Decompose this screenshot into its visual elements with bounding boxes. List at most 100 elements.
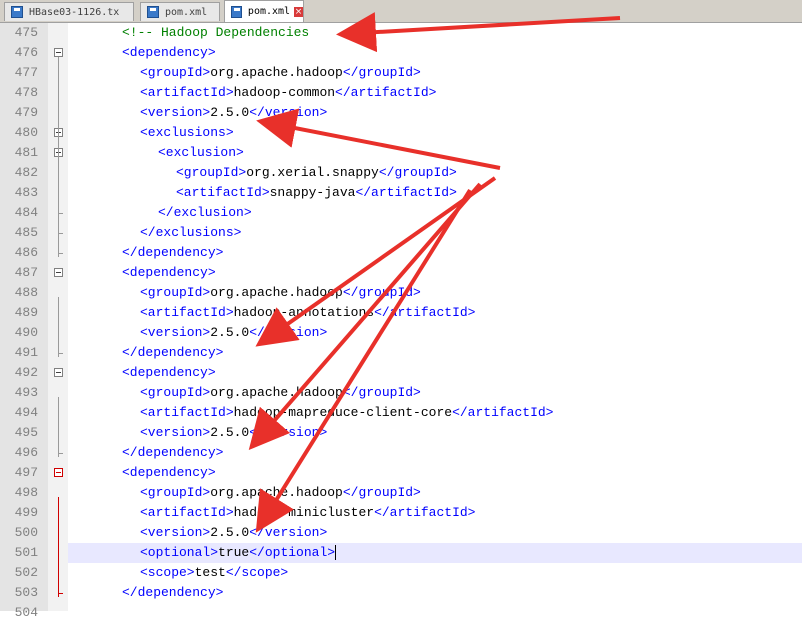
code-text[interactable]: <artifactId>hadoop-minicluster</artifact… xyxy=(140,503,475,523)
code-line[interactable]: 501 <optional>true</optional> xyxy=(0,543,802,563)
code-text[interactable]: <groupId>org.apache.hadoop</groupId> xyxy=(140,483,421,503)
code-text[interactable]: <dependency> xyxy=(122,43,216,63)
code-text[interactable]: <version>2.5.0</version> xyxy=(140,523,327,543)
line-number: 487 xyxy=(14,265,38,280)
code-text[interactable]: <exclusions> xyxy=(140,123,234,143)
xml-tag: </groupId> xyxy=(378,165,457,180)
code-line[interactable]: 475 <!-- Hadoop Dependencies xyxy=(0,23,802,43)
code-text[interactable]: <artifactId>snappy-java</artifactId> xyxy=(176,183,457,203)
code-text[interactable]: <groupId>org.apache.hadoop</groupId> xyxy=(140,283,421,303)
code-line[interactable]: 490 <version>2.5.0</version> xyxy=(0,323,802,343)
code-text[interactable]: <groupId>org.apache.hadoop</groupId> xyxy=(140,63,421,83)
code-text[interactable]: <dependency> xyxy=(122,363,216,383)
fold-line-active xyxy=(58,497,59,597)
code-text[interactable]: </dependency> xyxy=(122,343,223,363)
tab-pom-xml-1[interactable]: pom.xml xyxy=(140,2,220,21)
line-number: 478 xyxy=(14,85,38,100)
code-line[interactable]: 498 <groupId>org.apache.hadoop</groupId> xyxy=(0,483,802,503)
code-line[interactable]: 504 xyxy=(0,603,802,623)
code-line[interactable]: 481 <exclusion> xyxy=(0,143,802,163)
code-line[interactable]: 479 <version>2.5.0</version> xyxy=(0,103,802,123)
code-text[interactable]: </dependency> xyxy=(122,443,223,463)
xml-tag: </version> xyxy=(249,525,328,540)
code-line[interactable]: 489 <artifactId>hadoop-annotations</artif… xyxy=(0,303,802,323)
code-line[interactable]: 500 <version>2.5.0</version> xyxy=(0,523,802,543)
code-line[interactable]: 482 <groupId>org.xerial.snappy</groupId> xyxy=(0,163,802,183)
xml-tag: </artifactId> xyxy=(335,85,437,100)
close-icon[interactable]: × xyxy=(294,6,303,17)
xml-tag: <artifactId> xyxy=(140,305,234,320)
code-text[interactable]: <exclusion> xyxy=(158,143,244,163)
xml-tag: </optional> xyxy=(249,545,336,560)
code-text[interactable]: <groupId>org.xerial.snappy</groupId> xyxy=(176,163,457,183)
tab-label: pom.xml xyxy=(165,6,208,18)
tab-hbase03[interactable]: HBase03-1126.tx xyxy=(4,2,134,21)
fold-end xyxy=(58,453,63,454)
code-text[interactable]: <scope>test</scope> xyxy=(140,563,288,583)
code-text[interactable]: <artifactId>hadoop-mapreduce-client-core… xyxy=(140,403,553,423)
code-text[interactable]: <!-- Hadoop Dependencies xyxy=(122,23,309,43)
code-line[interactable]: 486 </dependency> xyxy=(0,243,802,263)
code-line[interactable]: 493 <groupId>org.apache.hadoop</groupId> xyxy=(0,383,802,403)
code-text[interactable]: <version>2.5.0</version> xyxy=(140,103,327,123)
code-line[interactable]: 477 <groupId>org.apache.hadoop</groupId> xyxy=(0,63,802,83)
fold-end xyxy=(58,213,63,214)
code-line[interactable]: 496 </dependency> xyxy=(0,443,802,463)
code-text[interactable]: </exclusion> xyxy=(158,203,252,223)
xml-tag: <version> xyxy=(140,105,211,120)
xml-tag: <exclusion> xyxy=(158,145,244,160)
code-text[interactable]: <groupId>org.apache.hadoop</groupId> xyxy=(140,383,421,403)
code-line[interactable]: 503 </dependency> xyxy=(0,583,802,603)
tab-pom-xml-2[interactable]: pom.xml × xyxy=(224,0,304,22)
xml-tag: <dependency> xyxy=(122,265,216,280)
code-editor[interactable]: 475 <!-- Hadoop Dependencies 476 <dependenc… xyxy=(0,23,802,620)
code-line[interactable]: 492 <dependency> xyxy=(0,363,802,383)
code-text[interactable]: </dependency> xyxy=(122,243,223,263)
xml-tag: <version> xyxy=(140,325,211,340)
fold-line xyxy=(58,137,59,217)
code-text[interactable]: <version>2.5.0</version> xyxy=(140,423,327,443)
xml-tag: </artifactId> xyxy=(374,305,476,320)
xml-tag: <dependency> xyxy=(122,365,216,380)
line-number: 494 xyxy=(14,405,38,420)
xml-text: 2.5.0 xyxy=(210,325,250,340)
code-text[interactable]: <version>2.5.0</version> xyxy=(140,323,327,343)
code-line[interactable]: 499 <artifactId>hadoop-minicluster</artif… xyxy=(0,503,802,523)
code-text[interactable]: <dependency> xyxy=(122,463,216,483)
code-text[interactable]: <artifactId>hadoop-annotations</artifact… xyxy=(140,303,475,323)
code-line[interactable]: 485 </exclusions> xyxy=(0,223,802,243)
xml-text: true xyxy=(218,545,250,560)
fold-toggle-icon[interactable] xyxy=(54,468,63,477)
xml-tag: </version> xyxy=(249,425,328,440)
code-line[interactable]: 491 </dependency> xyxy=(0,343,802,363)
code-text[interactable]: </exclusions> xyxy=(140,223,241,243)
xml-tag: <optional> xyxy=(140,545,219,560)
xml-tag: <artifactId> xyxy=(140,505,234,520)
code-line[interactable]: 484 </exclusion> xyxy=(0,203,802,223)
fold-toggle-icon[interactable] xyxy=(54,48,63,57)
code-text[interactable]: </dependency> xyxy=(122,583,223,603)
code-line[interactable]: 495 <version>2.5.0</version> xyxy=(0,423,802,443)
xml-tag: </groupId> xyxy=(342,65,421,80)
code-text[interactable]: <artifactId>hadoop-common</artifactId> xyxy=(140,83,436,103)
fold-toggle-icon[interactable] xyxy=(54,268,63,277)
code-line[interactable]: 502 <scope>test</scope> xyxy=(0,563,802,583)
code-text[interactable]: <optional>true</optional> xyxy=(140,543,337,563)
xml-tag: </artifactId> xyxy=(452,405,554,420)
code-line[interactable]: 494 <artifactId>hadoop-mapreduce-client-c… xyxy=(0,403,802,423)
file-icon xyxy=(147,6,159,18)
fold-toggle-icon[interactable] xyxy=(54,368,63,377)
xml-text: 2.5.0 xyxy=(210,525,250,540)
xml-tag: </exclusions> xyxy=(140,225,242,240)
code-line[interactable]: 487 <dependency> xyxy=(0,263,802,283)
code-text[interactable]: <dependency> xyxy=(122,263,216,283)
code-line[interactable]: 480 <exclusions> xyxy=(0,123,802,143)
code-line[interactable]: 483 <artifactId>snappy-java</artifactId> xyxy=(0,183,802,203)
code-line[interactable]: 488 <groupId>org.apache.hadoop</groupId> xyxy=(0,283,802,303)
code-line[interactable]: 478 <artifactId>hadoop-common</artifactId… xyxy=(0,83,802,103)
fold-end xyxy=(58,253,63,254)
line-number: 475 xyxy=(14,25,38,40)
code-line[interactable]: 476 <dependency> xyxy=(0,43,802,63)
line-number: 480 xyxy=(14,125,38,140)
code-line[interactable]: 497 <dependency> xyxy=(0,463,802,483)
